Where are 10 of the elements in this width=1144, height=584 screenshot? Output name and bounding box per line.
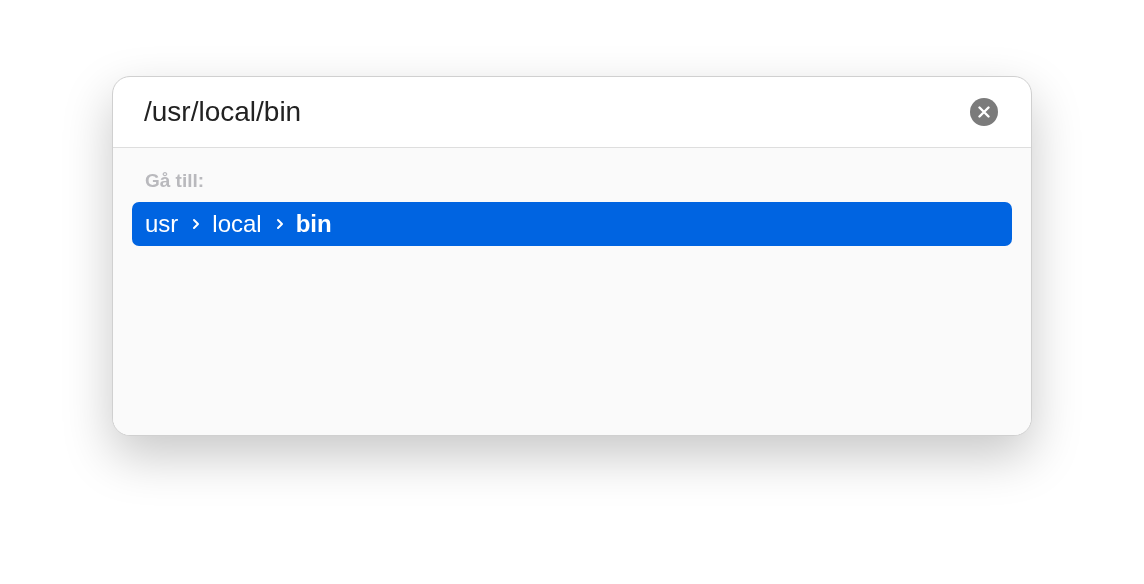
clear-button[interactable] — [970, 98, 998, 126]
chevron-right-icon — [275, 218, 284, 230]
folder-name-label: bin — [295, 210, 332, 238]
section-heading: Gå till: — [144, 170, 206, 192]
folder-name-label: local — [212, 210, 262, 238]
folder-name-label: usr — [145, 210, 179, 238]
close-icon — [978, 106, 990, 118]
path-field[interactable]: /usr/local/bin — [144, 92, 958, 132]
chevron-right-icon — [192, 218, 201, 230]
path-result-row[interactable]: usr local bin — [132, 202, 1012, 246]
